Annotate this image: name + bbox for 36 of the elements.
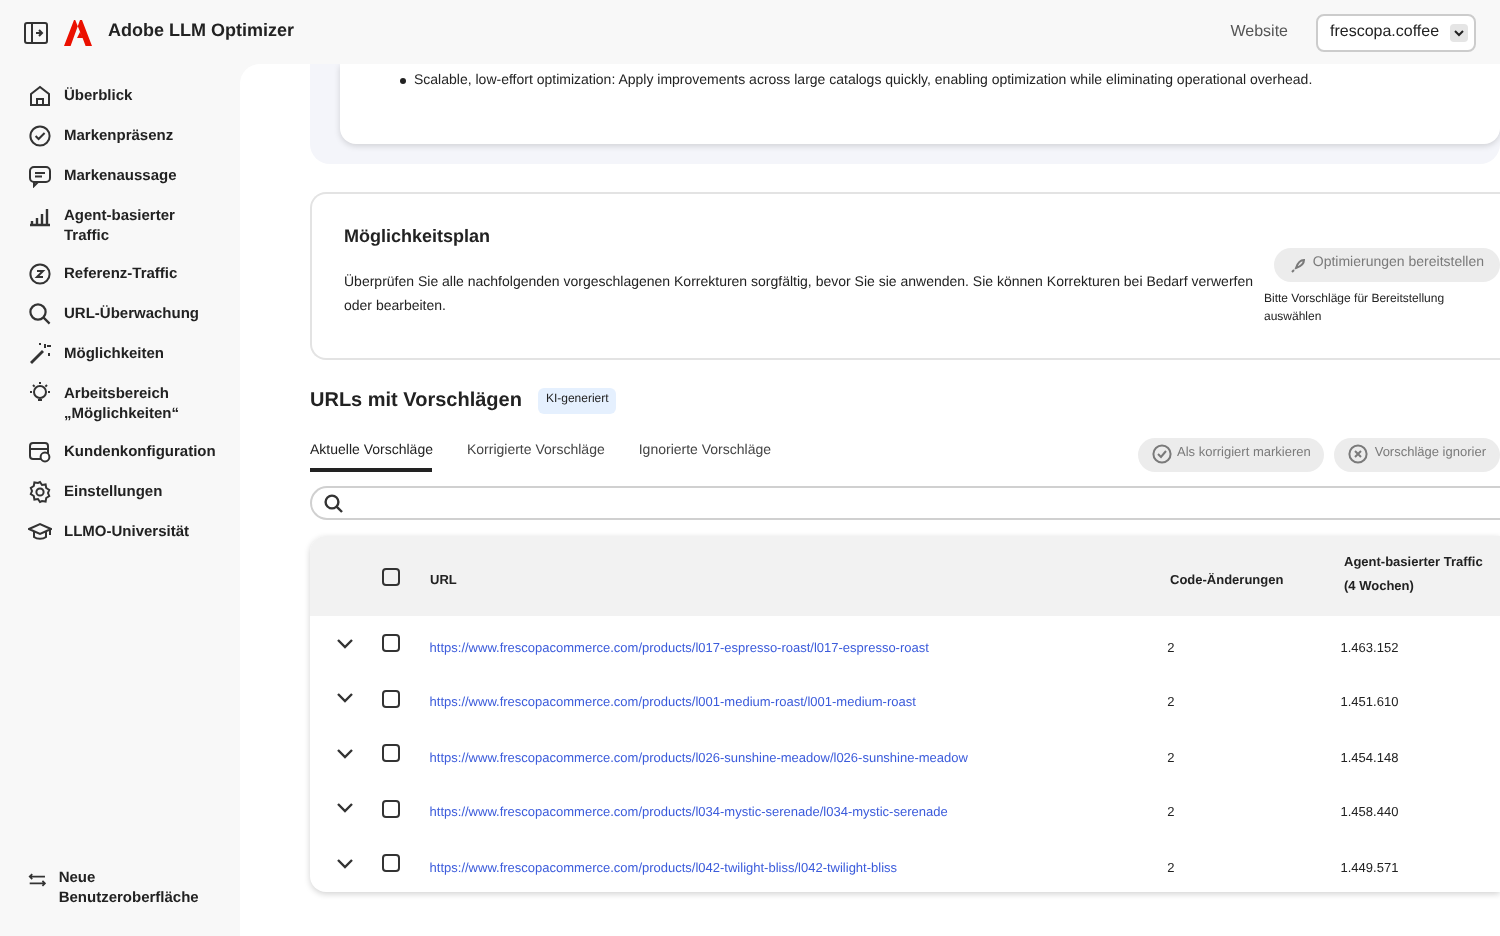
caret-icon bbox=[1450, 23, 1468, 41]
search-icon bbox=[28, 302, 52, 326]
select-all-checkbox[interactable] bbox=[382, 567, 400, 585]
check-circle-icon bbox=[1151, 444, 1172, 464]
sidebar-toggle-icon[interactable] bbox=[24, 21, 48, 43]
chevron-icon[interactable] bbox=[336, 637, 355, 650]
website-label: Website bbox=[1230, 20, 1288, 44]
search-field[interactable] bbox=[310, 486, 1500, 520]
chevron-icon[interactable] bbox=[336, 692, 355, 705]
section-title: URLs mit Vorschlägen bbox=[310, 388, 522, 416]
plan-title: Möglichkeitsplan bbox=[344, 224, 493, 250]
settings-icon bbox=[28, 480, 52, 504]
circle-icon bbox=[28, 262, 52, 286]
close-circle-icon bbox=[1348, 444, 1369, 464]
app-name: Adobe LLM Optimizer bbox=[108, 18, 294, 45]
home-icon bbox=[28, 84, 52, 108]
switch-icon bbox=[28, 872, 47, 888]
lightbulb-icon bbox=[28, 382, 52, 406]
check-circle-icon bbox=[28, 124, 52, 148]
website-select[interactable]: frescopa.coffee bbox=[1316, 13, 1476, 51]
row-checkbox[interactable] bbox=[381, 689, 400, 708]
chevron-icon[interactable] bbox=[336, 747, 355, 760]
row-checkbox[interactable] bbox=[381, 744, 400, 763]
logo-icon bbox=[64, 19, 92, 45]
row-checkbox[interactable] bbox=[381, 799, 400, 818]
search-icon bbox=[324, 493, 344, 513]
window-icon bbox=[28, 440, 52, 464]
bullet-icon bbox=[400, 78, 406, 84]
row-checkbox[interactable] bbox=[381, 634, 400, 653]
row-checkbox[interactable] bbox=[381, 854, 400, 873]
wand-icon bbox=[28, 342, 52, 366]
bar-chart-icon bbox=[28, 204, 52, 228]
chevron-icon[interactable] bbox=[336, 857, 355, 870]
chevron-icon[interactable] bbox=[336, 802, 355, 815]
chat-icon bbox=[28, 164, 52, 188]
graduation-cap-icon bbox=[28, 520, 52, 544]
